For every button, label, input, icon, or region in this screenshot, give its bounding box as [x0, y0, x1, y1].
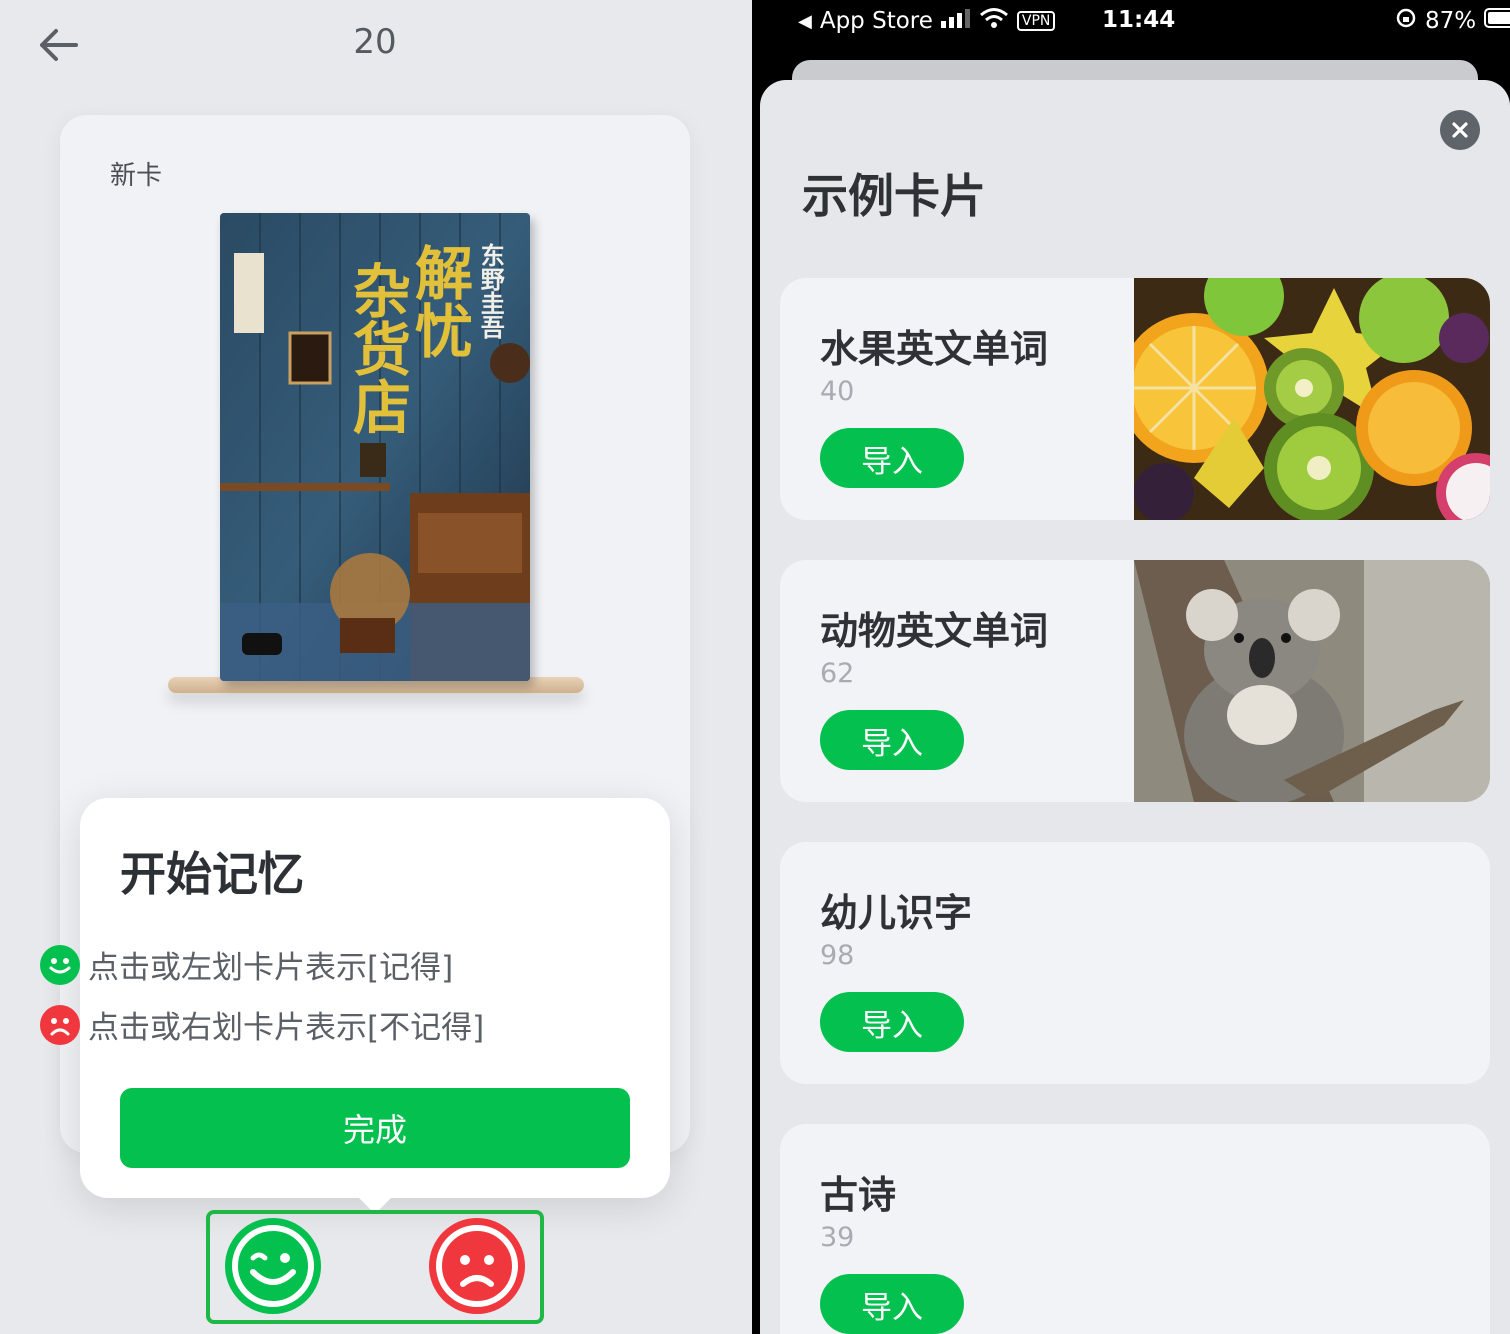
deck-name: 幼儿识字 — [820, 891, 973, 935]
deck-card[interactable]: 动物英文单词 62 导入 — [780, 560, 1490, 802]
koala-image — [1134, 560, 1490, 802]
wifi-icon — [979, 7, 1009, 35]
status-battery: 87% — [1395, 7, 1510, 35]
signal-icon — [940, 8, 971, 34]
forget-instruction: 点击或右划卡片表示[不记得] — [40, 1002, 484, 1047]
done-button[interactable]: 完成 — [120, 1088, 630, 1168]
vpn-badge: VPN — [1016, 11, 1056, 31]
import-button[interactable]: 导入 — [820, 992, 964, 1052]
book-author: 东野圭吾 — [476, 243, 506, 339]
deck-count: 40 — [820, 376, 855, 407]
back-triangle-icon: ◀ — [798, 10, 812, 32]
deck-name: 动物英文单词 — [820, 609, 1049, 653]
fruit-image — [1119, 278, 1490, 520]
card-counter: 20 — [353, 22, 397, 62]
status-time: 11:44 — [1102, 7, 1176, 33]
battery-percent: 87% — [1425, 8, 1477, 34]
forget-text: 点击或右划卡片表示[不记得] — [88, 1010, 485, 1046]
deck-card[interactable]: 古诗 39 导入 — [780, 1124, 1490, 1334]
rotation-lock-icon — [1395, 7, 1417, 35]
sheet-title: 示例卡片 — [802, 169, 986, 223]
sample-decks-panel: ◀ App Store VPN 11:44 87% 示例卡片 水果英文单词 40… — [752, 0, 1510, 1334]
deck-count: 98 — [820, 940, 855, 971]
card-tag: 新卡 — [110, 161, 163, 191]
wink-smile-icon — [232, 1225, 314, 1307]
book-title-line1: 解忧 — [405, 243, 473, 359]
status-carrier[interactable]: ◀ App Store VPN — [798, 7, 1056, 35]
frown-icon — [40, 1004, 80, 1045]
smile-icon — [40, 944, 80, 985]
deck-name: 古诗 — [820, 1173, 897, 1217]
import-button[interactable]: 导入 — [820, 428, 964, 488]
import-button[interactable]: 导入 — [820, 1274, 964, 1334]
sample-decks-sheet: 示例卡片 水果英文单词 40 导入 动物英文单词 62 导入 幼儿识字 98 导… — [760, 80, 1510, 1334]
book-title-line2: 杂货店 — [343, 261, 411, 435]
deck-count: 39 — [820, 1222, 855, 1253]
carrier-label: App Store — [819, 8, 933, 34]
popover-title: 开始记忆 — [120, 847, 304, 901]
deck-card[interactable]: 幼儿识字 98 导入 — [780, 842, 1490, 1084]
remember-button[interactable] — [225, 1218, 321, 1314]
popover-arrow — [358, 1180, 392, 1214]
close-button[interactable] — [1440, 110, 1480, 150]
sad-face-icon — [436, 1225, 518, 1307]
status-bar: ◀ App Store VPN 11:44 87% — [752, 0, 1510, 44]
deck-card[interactable]: 水果英文单词 40 导入 — [780, 278, 1490, 520]
remember-instruction: 点击或左划卡片表示[记得] — [40, 942, 453, 987]
close-icon — [1452, 122, 1468, 138]
import-button[interactable]: 导入 — [820, 710, 964, 770]
deck-count: 62 — [820, 658, 855, 689]
remember-text: 点击或左划卡片表示[记得] — [88, 950, 454, 986]
deck-name: 水果英文单词 — [820, 327, 1049, 371]
battery-icon — [1484, 7, 1510, 35]
study-panel: 20 新卡 解忧 杂货店 东野圭吾 开始记忆 完成 点击或左划卡片表示[记得] … — [0, 0, 752, 1334]
book-cover-image: 解忧 杂货店 东野圭吾 — [220, 213, 530, 681]
forget-button[interactable] — [429, 1218, 525, 1314]
instruction-popover: 开始记忆 完成 — [80, 798, 670, 1214]
back-arrow-icon[interactable] — [34, 22, 86, 68]
